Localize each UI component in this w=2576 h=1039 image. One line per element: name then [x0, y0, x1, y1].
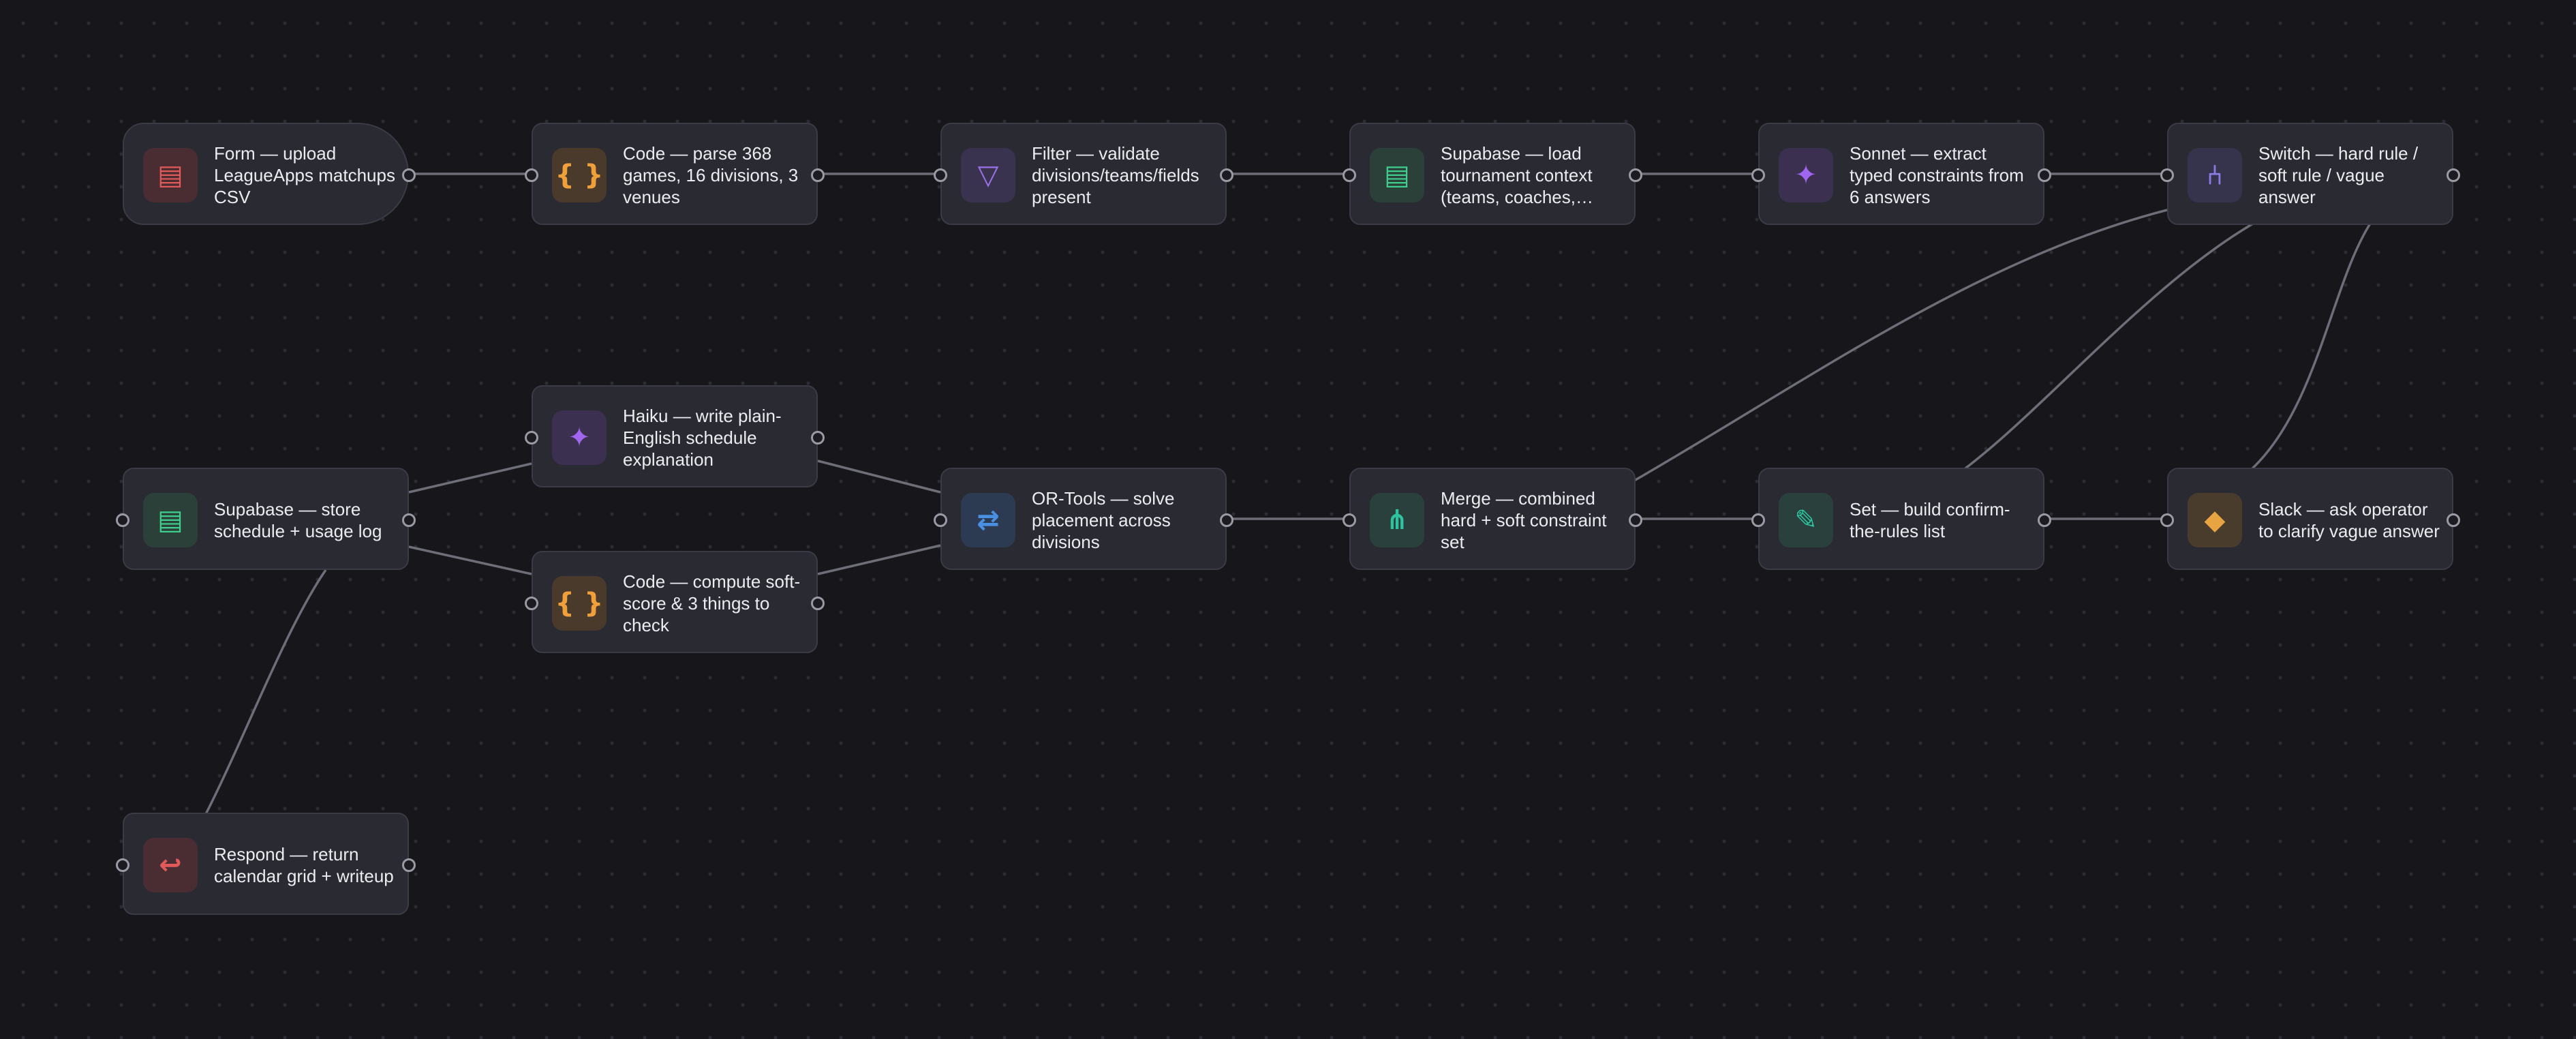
- node-sonnet[interactable]: ✦ Sonnet — extract typed constraints from…: [1751, 123, 2051, 225]
- edge-ortools-to-code-score[interactable]: [817, 544, 941, 575]
- node-label-text: Code — parse 368 games, 16 divisions, 3 …: [623, 143, 799, 207]
- node-label: Supabase — store schedule + usage log: [214, 485, 398, 555]
- swap-arrows-icon: ⇄: [961, 493, 1015, 547]
- output-port[interactable]: [2447, 513, 2460, 527]
- output-port[interactable]: [1629, 513, 1642, 527]
- return-arrow-icon: ↩: [143, 838, 198, 892]
- node-label-text: Haiku — write plain-English schedule exp…: [623, 406, 782, 470]
- output-port[interactable]: [402, 513, 416, 527]
- node-code-score[interactable]: { } Code — compute soft-score & 3 things …: [525, 551, 825, 653]
- node-label-text: Switch — hard rule / soft rule / vague a…: [2258, 143, 2419, 207]
- pencil-icon: ✎: [1779, 493, 1833, 547]
- node-label-text: Merge — combined hard + soft constraint …: [1441, 488, 1607, 552]
- input-port[interactable]: [1751, 168, 1765, 182]
- node-set[interactable]: ✎ Set — build confirm-the-rules list: [1751, 468, 2051, 570]
- database-icon: ▤: [143, 493, 198, 547]
- node-label-text: Supabase — store schedule + usage log: [214, 499, 382, 541]
- node-filter[interactable]: ▽ Filter — validate divisions/teams/field…: [934, 123, 1233, 225]
- node-supabase-store[interactable]: ▤ Supabase — store schedule + usage log: [116, 468, 416, 570]
- edge-supabase-store-to-respond[interactable]: [204, 569, 327, 815]
- input-port[interactable]: [934, 168, 947, 182]
- input-port[interactable]: [525, 431, 538, 445]
- input-port[interactable]: [934, 513, 947, 527]
- input-port[interactable]: [2160, 513, 2174, 527]
- output-port[interactable]: [811, 597, 825, 610]
- node-label: Respond — return calendar grid + writeup: [214, 830, 398, 900]
- input-port[interactable]: [2160, 168, 2174, 182]
- branch-icon: ⑃: [2188, 148, 2242, 202]
- node-label: Switch — hard rule / soft rule / vague a…: [2258, 140, 2442, 210]
- diamond-icon: ◆: [2188, 493, 2242, 547]
- node-label-text: Supabase — load tournament context (team…: [1441, 143, 1593, 207]
- output-port[interactable]: [2447, 168, 2460, 182]
- node-label-text: OR-Tools — solve placement across divisi…: [1032, 488, 1175, 552]
- input-port[interactable]: [1343, 513, 1356, 527]
- input-port[interactable]: [525, 597, 538, 610]
- node-label-text: Code — compute soft-score & 3 things to …: [623, 571, 801, 635]
- node-slack[interactable]: ◆ Slack — ask operator to clarify vague a…: [2160, 468, 2460, 570]
- workflow-canvas[interactable]: ▤ Form — upload LeagueApps matchups CSV { …: [0, 0, 2576, 1039]
- node-label-text: Form — upload LeagueApps matchups CSV: [214, 143, 395, 207]
- edge-ortools-to-haiku[interactable]: [817, 460, 941, 494]
- merge-icon: ⋔: [1370, 493, 1424, 547]
- sparkle-icon: ✦: [1779, 148, 1833, 202]
- node-switch[interactable]: ⑃ Switch — hard rule / soft rule / vague …: [2160, 123, 2460, 225]
- node-label: Set — build confirm-the-rules list: [1850, 485, 2034, 555]
- output-port[interactable]: [402, 858, 416, 872]
- output-port[interactable]: [811, 431, 825, 445]
- node-label-text: Filter — validate divisions/teams/fields…: [1032, 143, 1199, 207]
- node-label: OR-Tools — solve placement across divisi…: [1032, 485, 1216, 555]
- node-label-text: Slack — ask operator to clarify vague an…: [2258, 499, 2440, 541]
- node-ortools[interactable]: ⇄ OR-Tools — solve placement across divis…: [934, 468, 1233, 570]
- braces-icon: { }: [552, 148, 607, 202]
- node-label-text: Set — build confirm-the-rules list: [1850, 499, 2010, 541]
- node-label: Filter — validate divisions/teams/fields…: [1032, 140, 1216, 210]
- output-port[interactable]: [811, 168, 825, 182]
- edge-haiku-to-supabase-store[interactable]: [408, 462, 532, 494]
- node-code-parse[interactable]: { } Code — parse 368 games, 16 divisions,…: [525, 123, 825, 225]
- node-form[interactable]: ▤ Form — upload LeagueApps matchups CSV: [123, 123, 416, 225]
- node-label: Code — parse 368 games, 16 divisions, 3 …: [623, 140, 807, 210]
- input-port[interactable]: [116, 858, 129, 872]
- database-icon: ▤: [1370, 148, 1424, 202]
- node-haiku[interactable]: ✦ Haiku — write plain-English schedule ex…: [525, 385, 825, 487]
- input-port[interactable]: [1751, 513, 1765, 527]
- output-port[interactable]: [402, 168, 416, 182]
- node-label: Sonnet — extract typed constraints from …: [1850, 140, 2034, 210]
- node-label-text: Sonnet — extract typed constraints from …: [1850, 143, 2024, 207]
- input-port[interactable]: [116, 513, 129, 527]
- sparkle-icon: ✦: [552, 410, 607, 465]
- edge-switch-to-slack[interactable]: [2249, 223, 2372, 472]
- output-port[interactable]: [1220, 168, 1233, 182]
- braces-icon: { }: [552, 576, 607, 631]
- node-label: Haiku — write plain-English schedule exp…: [623, 403, 807, 472]
- node-supabase-load[interactable]: ▤ Supabase — load tournament context (tea…: [1343, 123, 1642, 225]
- node-label: Merge — combined hard + soft constraint …: [1441, 485, 1625, 555]
- node-respond[interactable]: ↩ Respond — return calendar grid + writeu…: [116, 813, 416, 915]
- node-label: Code — compute soft-score & 3 things to …: [623, 569, 807, 638]
- filter-icon: ▽: [961, 148, 1015, 202]
- node-merge[interactable]: ⋔ Merge — combined hard + soft constraint…: [1343, 468, 1642, 570]
- table-icon: ▤: [143, 148, 198, 202]
- output-port[interactable]: [2038, 168, 2051, 182]
- edge-code-score-to-supabase-store[interactable]: [408, 545, 532, 575]
- node-label: Slack — ask operator to clarify vague an…: [2258, 485, 2442, 555]
- output-port[interactable]: [2038, 513, 2051, 527]
- output-port[interactable]: [1220, 513, 1233, 527]
- node-label: Supabase — load tournament context (team…: [1441, 140, 1625, 210]
- node-label-text: Respond — return calendar grid + writeup: [214, 844, 394, 886]
- node-label: Form — upload LeagueApps matchups CSV: [214, 140, 398, 210]
- input-port[interactable]: [525, 168, 538, 182]
- output-port[interactable]: [1629, 168, 1642, 182]
- edge-switch-to-merge[interactable]: [1634, 209, 2168, 482]
- edge-switch-to-set[interactable]: [1961, 222, 2254, 472]
- input-port[interactable]: [1343, 168, 1356, 182]
